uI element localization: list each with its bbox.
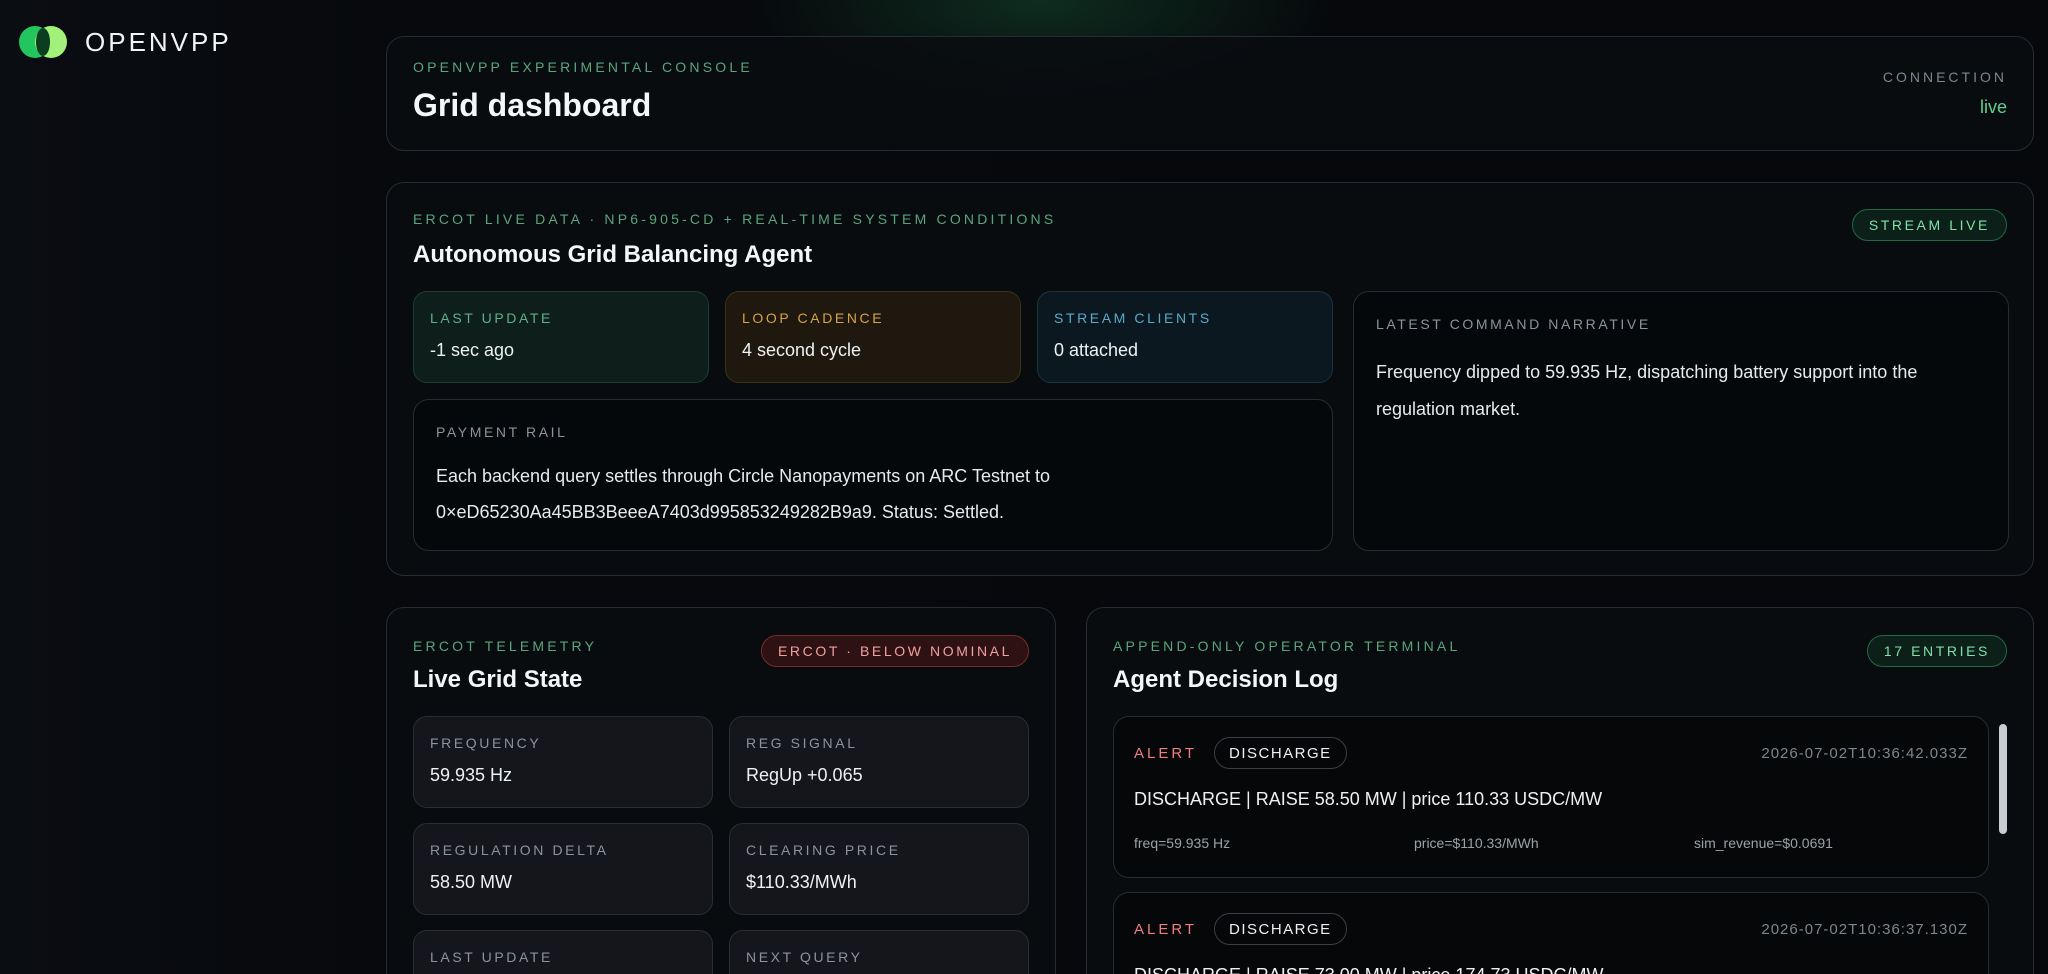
stat-label: LOOP CADENCE (742, 310, 885, 326)
page-title: Grid dashboard (413, 87, 652, 123)
stat-label: FREQUENCY (430, 735, 542, 751)
telemetry-frequency: FREQUENCY 59.935 Hz (413, 716, 713, 808)
agent-eyebrow: ERCOT LIVE DATA · NP6-905-CD + REAL-TIME… (413, 211, 1057, 227)
entry-price: price=$110.33/MWh (1414, 835, 1539, 851)
entry-revenue: sim_revenue=$0.0691 (1694, 835, 1833, 851)
log-title: Agent Decision Log (1113, 666, 1339, 693)
stat-stream-clients: STREAM CLIENTS 0 attached (1037, 291, 1333, 383)
stat-value: 59.935 Hz (430, 765, 513, 785)
telemetry-eyebrow: ERCOT TELEMETRY (413, 638, 598, 654)
stat-value: -1 sec ago (430, 340, 515, 360)
stream-status-badge: STREAM LIVE (1851, 209, 2007, 241)
telemetry-title: Live Grid State (413, 666, 583, 693)
decision-log-panel: APPEND-ONLY OPERATOR TERMINAL Agent Deci… (1086, 607, 2034, 974)
stat-value: 58.50 MW (430, 872, 513, 892)
payment-rail-label: PAYMENT RAIL (436, 424, 568, 440)
command-narrative-text: Frequency dipped to 59.935 Hz, dispatchi… (1376, 362, 1918, 419)
entry-message: DISCHARGE | RAISE 58.50 MW | price 110.3… (1134, 789, 1603, 809)
console-header: OPENVPP EXPERIMENTAL CONSOLE Grid dashbo… (386, 36, 2034, 151)
entry-timestamp: 2026-07-02T10:36:37.130Z (1761, 921, 1968, 938)
log-scrollbar-thumb[interactable] (1999, 724, 2007, 834)
entry-count-badge: 17 ENTRIES (1866, 635, 2007, 667)
stat-value: 4 second cycle (742, 340, 862, 360)
agent-panel: ERCOT LIVE DATA · NP6-905-CD + REAL-TIME… (386, 182, 2034, 576)
stat-last-update: LAST UPDATE -1 sec ago (413, 291, 709, 383)
grid-status-badge: ERCOT · BELOW NOMINAL (760, 635, 1029, 667)
openvpp-logo-icon (19, 24, 67, 60)
action-tag: DISCHARGE (1214, 913, 1347, 945)
stat-label: STREAM CLIENTS (1054, 310, 1212, 326)
command-narrative-label: LATEST COMMAND NARRATIVE (1376, 316, 1651, 332)
stat-label: REGULATION DELTA (430, 842, 609, 858)
agent-title: Autonomous Grid Balancing Agent (413, 241, 813, 268)
entry-timestamp: 2026-07-02T10:36:42.033Z (1761, 745, 1968, 762)
stat-value: 0 attached (1054, 340, 1139, 360)
telemetry-next-query: NEXT QUERY (729, 930, 1029, 974)
stat-label: CLEARING PRICE (746, 842, 901, 858)
stat-value: RegUp +0.065 (746, 765, 863, 785)
stat-label: LAST UPDATE (430, 310, 553, 326)
log-eyebrow: APPEND-ONLY OPERATOR TERMINAL (1113, 638, 1461, 654)
payment-rail-box: PAYMENT RAIL Each backend query settles … (413, 399, 1333, 551)
telemetry-reg-signal: REG SIGNAL RegUp +0.065 (729, 716, 1029, 808)
brand-logo[interactable]: OPENVPP (19, 24, 232, 60)
connection-label: CONNECTION (1882, 69, 2007, 85)
severity-label: ALERT (1134, 745, 1198, 762)
entry-message: DISCHARGE | RAISE 73.00 MW | price 174.7… (1134, 965, 1603, 974)
telemetry-panel: ERCOT TELEMETRY Live Grid State ERCOT · … (386, 607, 1056, 974)
log-entry[interactable]: ALERT DISCHARGE 2026-07-02T10:36:37.130Z… (1113, 892, 1989, 974)
telemetry-last-update: LAST UPDATE (413, 930, 713, 974)
entry-frequency: freq=59.935 Hz (1134, 835, 1231, 851)
stat-value: $110.33/MWh (746, 872, 857, 892)
telemetry-regulation-delta: REGULATION DELTA 58.50 MW (413, 823, 713, 915)
action-tag: DISCHARGE (1214, 737, 1347, 769)
stat-label: REG SIGNAL (746, 735, 858, 751)
stat-label: LAST UPDATE (430, 949, 553, 965)
stat-label: NEXT QUERY (746, 949, 863, 965)
command-narrative-box: LATEST COMMAND NARRATIVE Frequency dippe… (1353, 291, 2009, 551)
telemetry-clearing-price: CLEARING PRICE $110.33/MWh (729, 823, 1029, 915)
log-scrollbar[interactable] (1999, 716, 2007, 974)
log-entry[interactable]: ALERT DISCHARGE 2026-07-02T10:36:42.033Z… (1113, 716, 1989, 878)
connection-status: live (1979, 97, 2007, 117)
console-eyebrow: OPENVPP EXPERIMENTAL CONSOLE (413, 59, 753, 75)
payment-rail-text: Each backend query settles through Circl… (436, 466, 1051, 522)
brand-name: OPENVPP (85, 26, 232, 57)
stat-loop-cadence: LOOP CADENCE 4 second cycle (725, 291, 1021, 383)
severity-label: ALERT (1134, 921, 1198, 938)
